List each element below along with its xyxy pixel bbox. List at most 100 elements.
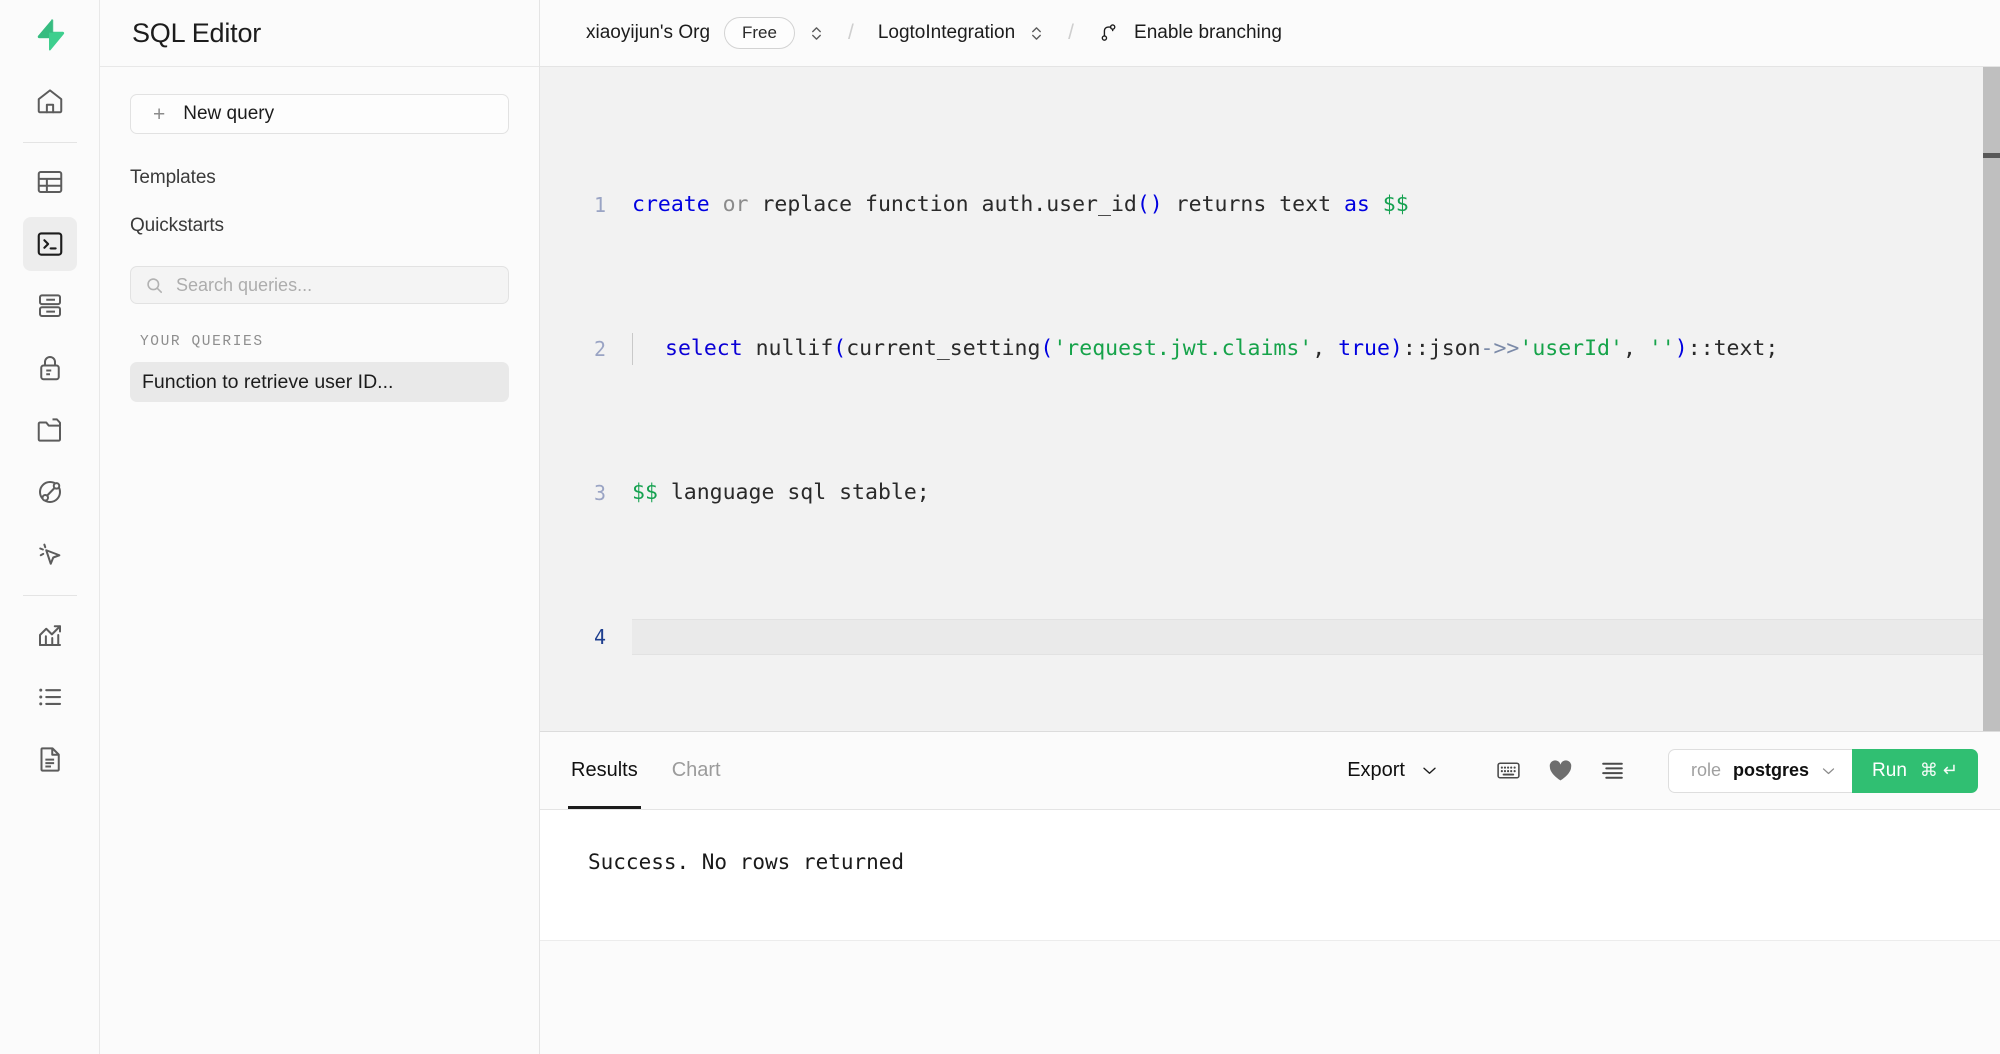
rail-item-logs[interactable] [23, 670, 77, 724]
editor-vertical-scrollbar[interactable] [1983, 67, 2000, 731]
list-icon [35, 682, 65, 712]
scrollbar-thumb[interactable] [1983, 153, 2000, 158]
enable-branching-button[interactable]: Enable branching [1098, 21, 1282, 45]
code-text-line-1: create or replace function auth.user_id(… [632, 187, 2000, 223]
org-selector[interactable]: xiaoyijun's Org Free [586, 17, 824, 49]
rail-item-authentication[interactable] [23, 341, 77, 395]
code-line-1: 1 create or replace function auth.user_i… [540, 187, 2000, 223]
token-string: '' [1649, 331, 1675, 367]
sidebar-header: SQL Editor [100, 0, 539, 67]
search-queries-container [130, 266, 509, 304]
rail-item-storage[interactable] [23, 403, 77, 457]
run-shortcut: ⌘ ↵ [1920, 760, 1958, 781]
git-branch-icon [1098, 21, 1120, 45]
indent-guide [632, 333, 633, 365]
search-input[interactable] [176, 275, 494, 296]
code-text-line-2: select nullif(current_setting('request.j… [632, 331, 2000, 367]
chevron-down-icon [1821, 766, 1836, 776]
your-queries-label: YOUR QUERIES [140, 334, 509, 350]
favorite-button[interactable] [1534, 745, 1586, 797]
sidebar-item-quickstarts[interactable]: Quickstarts [130, 215, 509, 237]
project-selector[interactable]: LogtoIntegration [878, 22, 1044, 44]
sql-editor-sidebar: SQL Editor + New query Templates Quickst… [100, 0, 540, 1054]
token-plain: ::json [1403, 331, 1481, 367]
sidebar-body: + New query Templates Quickstarts YOUR Q… [100, 67, 539, 402]
token-keyword: create [632, 187, 710, 223]
token-json-arrow: ->> [1481, 331, 1520, 367]
code-line-4: 4 [540, 619, 2000, 655]
token-plain: returns text [1163, 187, 1344, 223]
rail-item-realtime[interactable] [23, 527, 77, 581]
keyboard-shortcuts-icon [1495, 757, 1522, 784]
page-title: SQL Editor [132, 18, 261, 49]
chevron-up-down-icon [1029, 24, 1044, 43]
results-empty-area [540, 941, 2000, 1054]
rail-divider-1 [23, 142, 77, 143]
token-paren: ) [1675, 331, 1688, 367]
heart-icon [1548, 759, 1573, 782]
keyboard-shortcuts-button[interactable] [1482, 745, 1534, 797]
line-number: 1 [540, 187, 632, 223]
rail-item-home[interactable] [23, 74, 77, 128]
token-keyword: true [1338, 331, 1390, 367]
table-icon [35, 167, 65, 197]
rail-item-sql-editor[interactable] [23, 217, 77, 271]
rail-item-table-editor[interactable] [23, 155, 77, 209]
plan-badge[interactable]: Free [724, 17, 795, 49]
line-number: 3 [540, 475, 632, 511]
sidebar-item-templates[interactable]: Templates [130, 167, 509, 189]
code-text-line-3: $$ language sql stable; [632, 475, 2000, 511]
role-and-run-group: role postgres Run ⌘ ↵ [1668, 749, 1978, 793]
format-text-icon [1599, 759, 1626, 782]
token-plain: language sql stable; [658, 475, 930, 511]
supabase-logo-icon [33, 18, 67, 52]
database-icon [35, 291, 65, 321]
breadcrumb-separator: / [848, 21, 854, 45]
format-sql-button[interactable] [1586, 745, 1638, 797]
chevron-up-down-icon [809, 24, 824, 43]
editor-content: 1 create or replace function auth.user_i… [540, 67, 2000, 732]
rail-item-reports[interactable] [23, 608, 77, 662]
token-dollar-quote: $$ [1383, 187, 1409, 223]
rail-item-database[interactable] [23, 279, 77, 333]
tab-results[interactable]: Results [554, 732, 655, 809]
primary-nav-rail [0, 0, 100, 1054]
sql-code-editor[interactable]: 1 create or replace function auth.user_i… [540, 67, 2000, 732]
chart-bar-icon [35, 620, 65, 650]
token-operator: or [710, 187, 762, 223]
line-number: 2 [540, 331, 632, 367]
token-keyword: select [665, 331, 743, 367]
results-toolbar: Results Chart Export [540, 732, 2000, 810]
token-space [1370, 187, 1383, 223]
supabase-logo[interactable] [0, 0, 100, 70]
token-paren: () [1137, 187, 1163, 223]
cursor-click-icon [35, 539, 65, 569]
rail-item-edge-functions[interactable] [23, 465, 77, 519]
line-number-current: 4 [540, 619, 632, 655]
role-value: postgres [1733, 760, 1809, 781]
export-button[interactable]: Export [1321, 759, 1464, 782]
edge-functions-icon [35, 477, 65, 507]
folder-icon [35, 415, 65, 445]
project-name: LogtoIntegration [878, 22, 1015, 44]
lock-icon [35, 353, 65, 383]
export-label: Export [1347, 759, 1405, 782]
list-item[interactable]: Function to retrieve user ID... [130, 362, 509, 402]
new-query-button[interactable]: + New query [130, 94, 509, 134]
tab-chart[interactable]: Chart [655, 732, 738, 809]
token-paren: ( [833, 331, 846, 367]
breadcrumb-separator: / [1068, 21, 1074, 45]
token-paren: ) [1390, 331, 1403, 367]
token-keyword: as [1344, 187, 1370, 223]
run-button[interactable]: Run ⌘ ↵ [1852, 749, 1978, 793]
token-plain: replace function auth.user_id [761, 187, 1136, 223]
code-line-2: 2 select nullif(current_setting('request… [540, 331, 2000, 367]
role-selector[interactable]: role postgres [1668, 749, 1852, 793]
saved-query-list: Function to retrieve user ID... [130, 362, 509, 402]
enable-branching-label: Enable branching [1134, 22, 1282, 44]
results-body: Success. No rows returned [540, 810, 2000, 1054]
token-string: 'request.jwt.claims' [1053, 331, 1312, 367]
rail-item-api-docs[interactable] [23, 732, 77, 786]
results-panel: Results Chart Export [540, 732, 2000, 1054]
terminal-icon [35, 229, 65, 259]
